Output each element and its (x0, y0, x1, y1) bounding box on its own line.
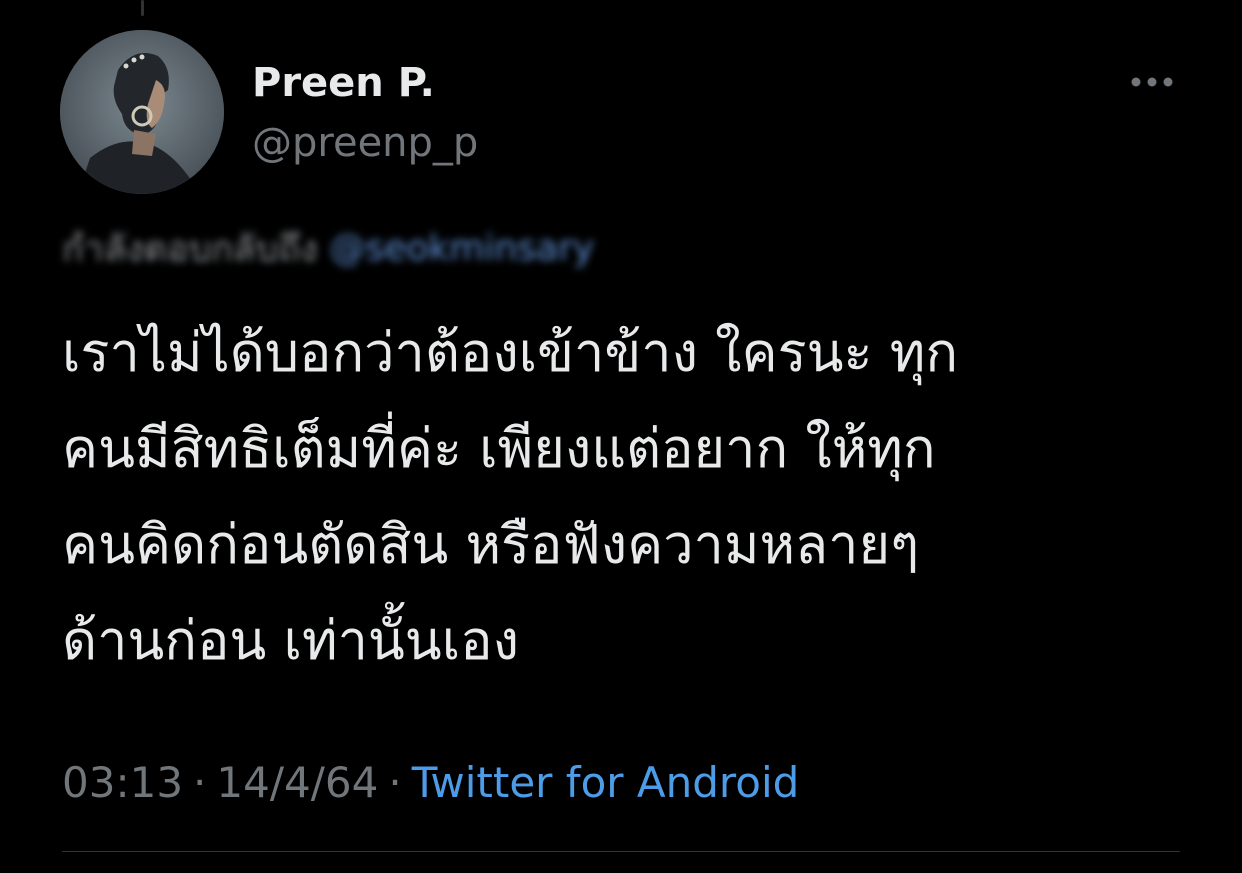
tweet-text-line: เราไม่ได้บอกว่าต้องเข้าข้าง ใครนะ ทุก (62, 321, 959, 384)
divider (62, 851, 1180, 852)
reply-context-label: กำลังตอบกลับถึง (62, 228, 318, 270)
tweet-source-link[interactable]: Twitter for Android (412, 758, 800, 807)
author-display-name[interactable]: Preen P. (252, 60, 435, 106)
avatar[interactable] (60, 30, 224, 194)
tweet-date[interactable]: 14/4/64 (216, 758, 378, 807)
more-horizontal-icon (1130, 73, 1174, 92)
thread-connector-line (141, 0, 144, 16)
tweet-text-line: คนมีสิทธิเต็มที่ค่ะ เพียงแต่อยาก ให้ทุก (62, 417, 936, 480)
meta-separator: · (193, 758, 207, 807)
reply-context: กำลังตอบกลับถึง @seokminsary (62, 225, 594, 271)
meta-separator: · (388, 758, 402, 807)
tweet-text-line: ด้านก่อน เท่านั้นเอง (62, 609, 519, 672)
tweet-text: เราไม่ได้บอกว่าต้องเข้าข้าง ใครนะ ทุก คน… (62, 305, 1192, 689)
tweet-time[interactable]: 03:13 (62, 758, 183, 807)
avatar-image (60, 30, 224, 194)
more-options-button[interactable] (1122, 60, 1182, 104)
reply-to-handle[interactable]: @seokminsary (330, 228, 595, 269)
tweet-text-line: คนคิดก่อนตัดสิน หรือฟังความหลายๆ (62, 513, 920, 576)
author-handle[interactable]: @preenp_p (252, 120, 478, 166)
tweet-metadata: 03:13 · 14/4/64 · Twitter for Android (62, 758, 799, 807)
